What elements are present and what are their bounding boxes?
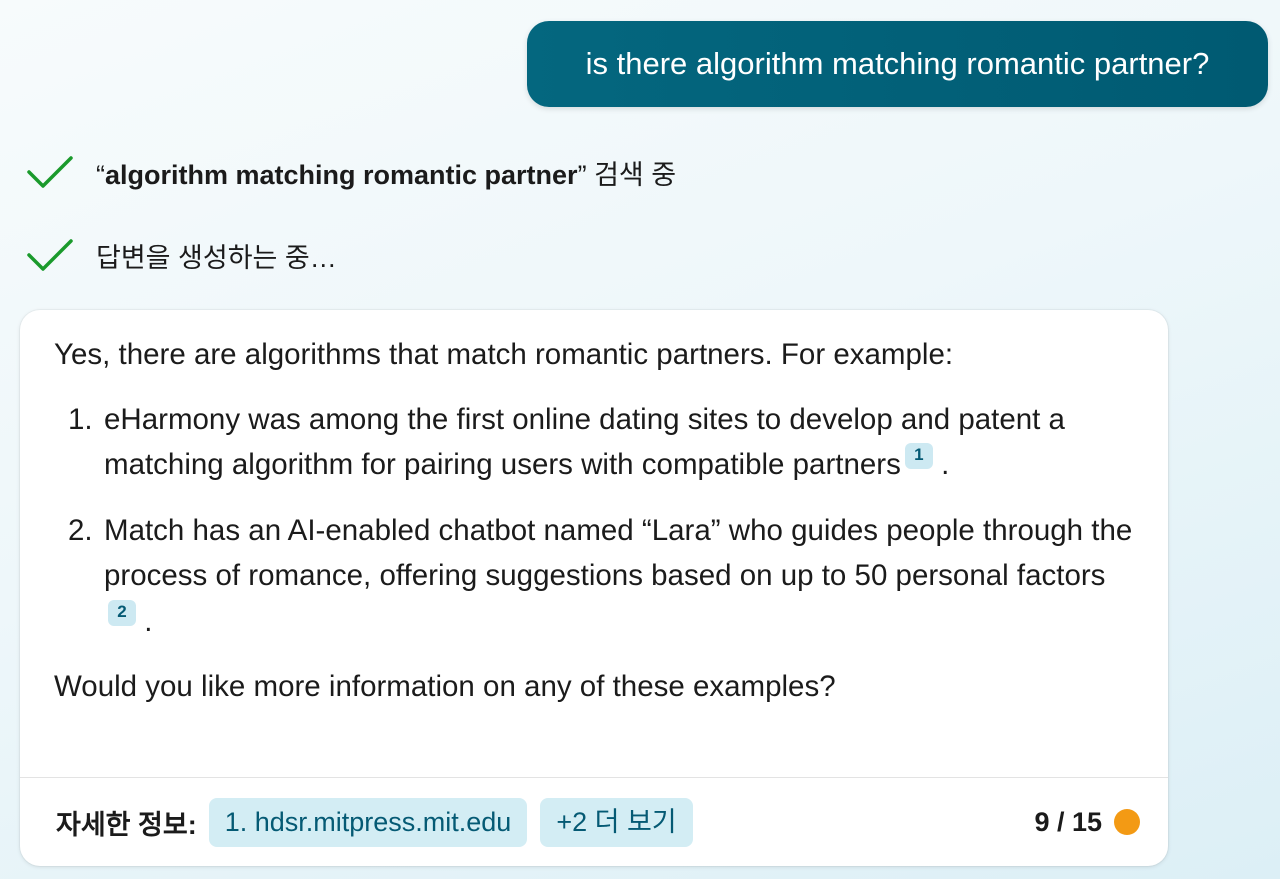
answer-intro: Yes, there are algorithms that match rom… [54, 338, 954, 371]
list-item-text: eHarmony was among the first online dati… [104, 402, 1065, 482]
learn-more-label: 자세한 정보: [56, 809, 197, 840]
turn-counter-text: 9 / 15 [1034, 806, 1102, 837]
answer-card: Yes, there are algorithms that match rom… [20, 310, 1168, 866]
user-message-text: is there algorithm matching romantic par… [585, 46, 1210, 81]
search-step-text: “algorithm matching romantic partner” 검색… [96, 159, 677, 190]
check-icon [27, 239, 73, 271]
sources-footer: 자세한 정보: 1. hdsr.mitpress.mit.edu +2 더 보기… [20, 777, 1168, 866]
list-item-text: Match has an AI-enabled chatbot named “L… [104, 513, 1133, 593]
citation-badge[interactable]: 1 [904, 443, 933, 469]
list-item: 1. eHarmony was among the first online d… [68, 402, 1065, 482]
answer-body: Yes, there are algorithms that match rom… [54, 332, 1134, 710]
turn-counter: 9 / 15 [1034, 807, 1140, 838]
source-link-chip[interactable]: 1. hdsr.mitpress.mit.edu [208, 797, 528, 847]
answer-outro: Would you like more information on any o… [54, 670, 836, 703]
generating-step-text: 답변을 생성하는 중… [96, 242, 337, 273]
list-item: 2. Match has an AI-enabled chatbot named… [68, 513, 1133, 638]
user-message-bubble: is there algorithm matching romantic par… [527, 21, 1268, 107]
citation-badge[interactable]: 2 [108, 599, 136, 626]
generating-step: 답변을 생성하는 중… [26, 235, 337, 275]
status-dot-icon [1114, 809, 1140, 835]
check-icon [27, 156, 73, 188]
show-more-sources-button[interactable]: +2 더 보기 [540, 797, 693, 847]
search-step: “algorithm matching romantic partner” 검색… [26, 152, 676, 192]
answer-list: 1. eHarmony was among the first online d… [54, 397, 1134, 645]
search-query: algorithm matching romantic partner [105, 159, 578, 190]
